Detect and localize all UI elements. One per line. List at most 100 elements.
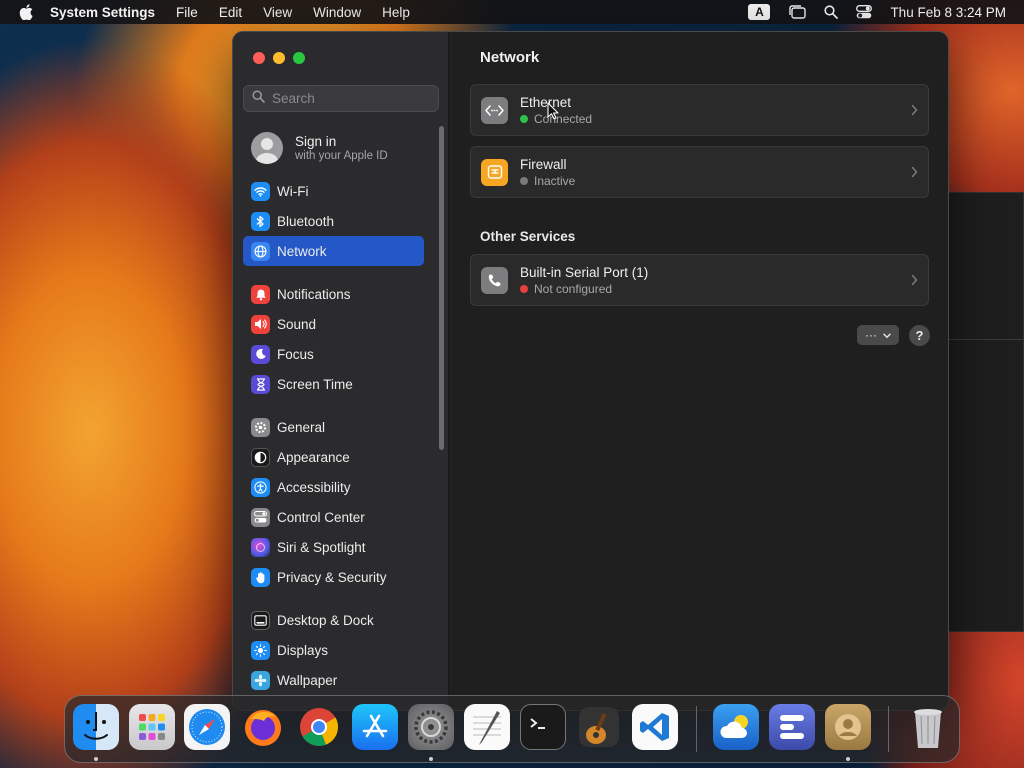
sidebar-item-label: Appearance [277,449,350,465]
sidebar-scrollbar[interactable] [439,126,444,450]
sidebar: Sign in with your Apple ID Wi-Fi Bluetoo… [233,32,449,710]
apple-id-signin[interactable]: Sign in with your Apple ID [233,122,437,168]
weather-icon[interactable] [713,704,759,750]
avatar [251,132,283,164]
search-icon [252,89,265,108]
sidebar-group-desktop: Desktop & Dock Displays Wallpaper [233,605,437,695]
bluetooth-icon [251,211,270,231]
garageband-icon[interactable] [576,704,622,750]
sidebar-group-notifications: Notifications Sound Focus Screen Time [233,279,437,399]
search-input[interactable] [272,91,432,106]
sidebar-item-focus[interactable]: Focus [243,339,424,369]
contacts-icon[interactable] [825,704,871,750]
menu-help[interactable]: Help [382,5,410,20]
sidebar-item-siri-spotlight[interactable]: Siri & Spotlight [243,532,424,562]
siri-icon [251,537,270,557]
close-window-button[interactable] [253,52,265,64]
sun-icon [251,640,270,660]
firewall-icon [481,158,508,186]
service-status: Inactive [534,173,576,188]
sidebar-group-system: General Appearance Accessibility Control… [233,412,437,592]
minimize-window-button[interactable] [273,52,285,64]
sidebar-item-label: Sound [277,316,317,332]
chrome-icon[interactable] [296,704,342,750]
sidebar-item-desktop-dock[interactable]: Desktop & Dock [243,605,424,635]
hand-icon [251,567,270,587]
input-source-icon[interactable]: A [748,4,771,20]
ethernet-icon [481,96,508,124]
sidebar-item-displays[interactable]: Displays [243,635,424,665]
dock-icon [251,610,270,630]
menu-bar: System Settings File Edit View Window He… [0,0,1024,24]
window-controls [253,52,305,64]
service-row-serial-port[interactable]: Built-in Serial Port (1) Not configured [470,254,929,306]
running-indicator [429,757,433,761]
stage-manager-icon[interactable] [788,5,807,19]
sidebar-item-sound[interactable]: Sound [243,309,424,339]
service-status: Connected [534,111,593,126]
menu-file[interactable]: File [176,5,198,20]
sidebar-item-label: Control Center [277,509,365,525]
menu-view[interactable]: View [263,5,292,20]
finder-icon[interactable] [73,704,119,750]
sidebar-item-label: Notifications [277,286,351,302]
sidebar-item-wifi[interactable]: Wi-Fi [243,176,424,206]
service-row-firewall[interactable]: Firewall Inactive [470,146,929,198]
sidebar-item-control-center[interactable]: Control Center [243,502,424,532]
service-row-ethernet[interactable]: Ethernet Connected [470,84,929,136]
sidebar-item-appearance[interactable]: Appearance [243,442,424,472]
more-actions-button[interactable]: ··· [857,325,899,345]
status-dot-not-configured [520,284,528,293]
dock-separator [888,706,889,752]
input-source-badge: A [748,4,771,20]
sidebar-item-screen-time[interactable]: Screen Time [243,369,424,399]
firefox-icon[interactable] [240,704,286,750]
dock [64,695,960,763]
menu-app-name[interactable]: System Settings [50,5,155,20]
app-store-icon[interactable] [352,704,398,750]
sidebar-item-label: Privacy & Security [277,569,387,585]
chevron-right-icon [911,103,918,121]
sidebar-list[interactable]: Sign in with your Apple ID Wi-Fi Bluetoo… [233,122,437,710]
service-status: Not configured [534,281,613,296]
sidebar-item-privacy-security[interactable]: Privacy & Security [243,562,424,592]
help-button[interactable]: ? [909,325,930,346]
sidebar-item-general[interactable]: General [243,412,424,442]
vscode-icon[interactable] [632,704,678,750]
accessibility-icon [251,477,270,497]
menu-clock[interactable]: Thu Feb 8 3:24 PM [890,5,1006,20]
sidebar-item-label: Network [277,243,327,259]
system-settings-icon[interactable] [408,704,454,750]
sidebar-item-label: Wi-Fi [277,183,309,199]
safari-icon[interactable] [184,704,230,750]
sidebar-item-accessibility[interactable]: Accessibility [243,472,424,502]
sidebar-item-label: Focus [277,346,314,362]
status-dot-inactive [520,176,528,185]
app-icon[interactable] [769,704,815,750]
apple-menu-icon[interactable] [18,4,34,20]
control-center-menu-icon[interactable] [856,5,873,19]
status-dot-connected [520,114,528,123]
flower-icon [251,670,270,690]
launchpad-icon[interactable] [129,704,175,750]
trash-icon[interactable] [905,704,951,750]
sidebar-item-bluetooth[interactable]: Bluetooth [243,206,424,236]
menu-window[interactable]: Window [313,5,361,20]
network-pane: Network Ethernet Connected Firewall Inac… [450,32,948,710]
spotlight-search-icon[interactable] [824,5,839,19]
zoom-window-button[interactable] [293,52,305,64]
textedit-icon[interactable] [464,704,510,750]
sidebar-item-network[interactable]: Network [243,236,424,266]
terminal-icon[interactable] [520,704,566,750]
wifi-icon [251,181,270,201]
search-field[interactable] [243,85,439,112]
sidebar-item-notifications[interactable]: Notifications [243,279,424,309]
sidebar-item-label: Siri & Spotlight [277,539,366,555]
system-settings-window: Sign in with your Apple ID Wi-Fi Bluetoo… [232,31,949,711]
service-name: Firewall [520,156,567,172]
sidebar-item-wallpaper[interactable]: Wallpaper [243,665,424,695]
control-center-icon [251,507,270,527]
menu-edit[interactable]: Edit [219,5,242,20]
globe-icon [251,241,270,261]
chevron-right-icon [911,273,918,291]
